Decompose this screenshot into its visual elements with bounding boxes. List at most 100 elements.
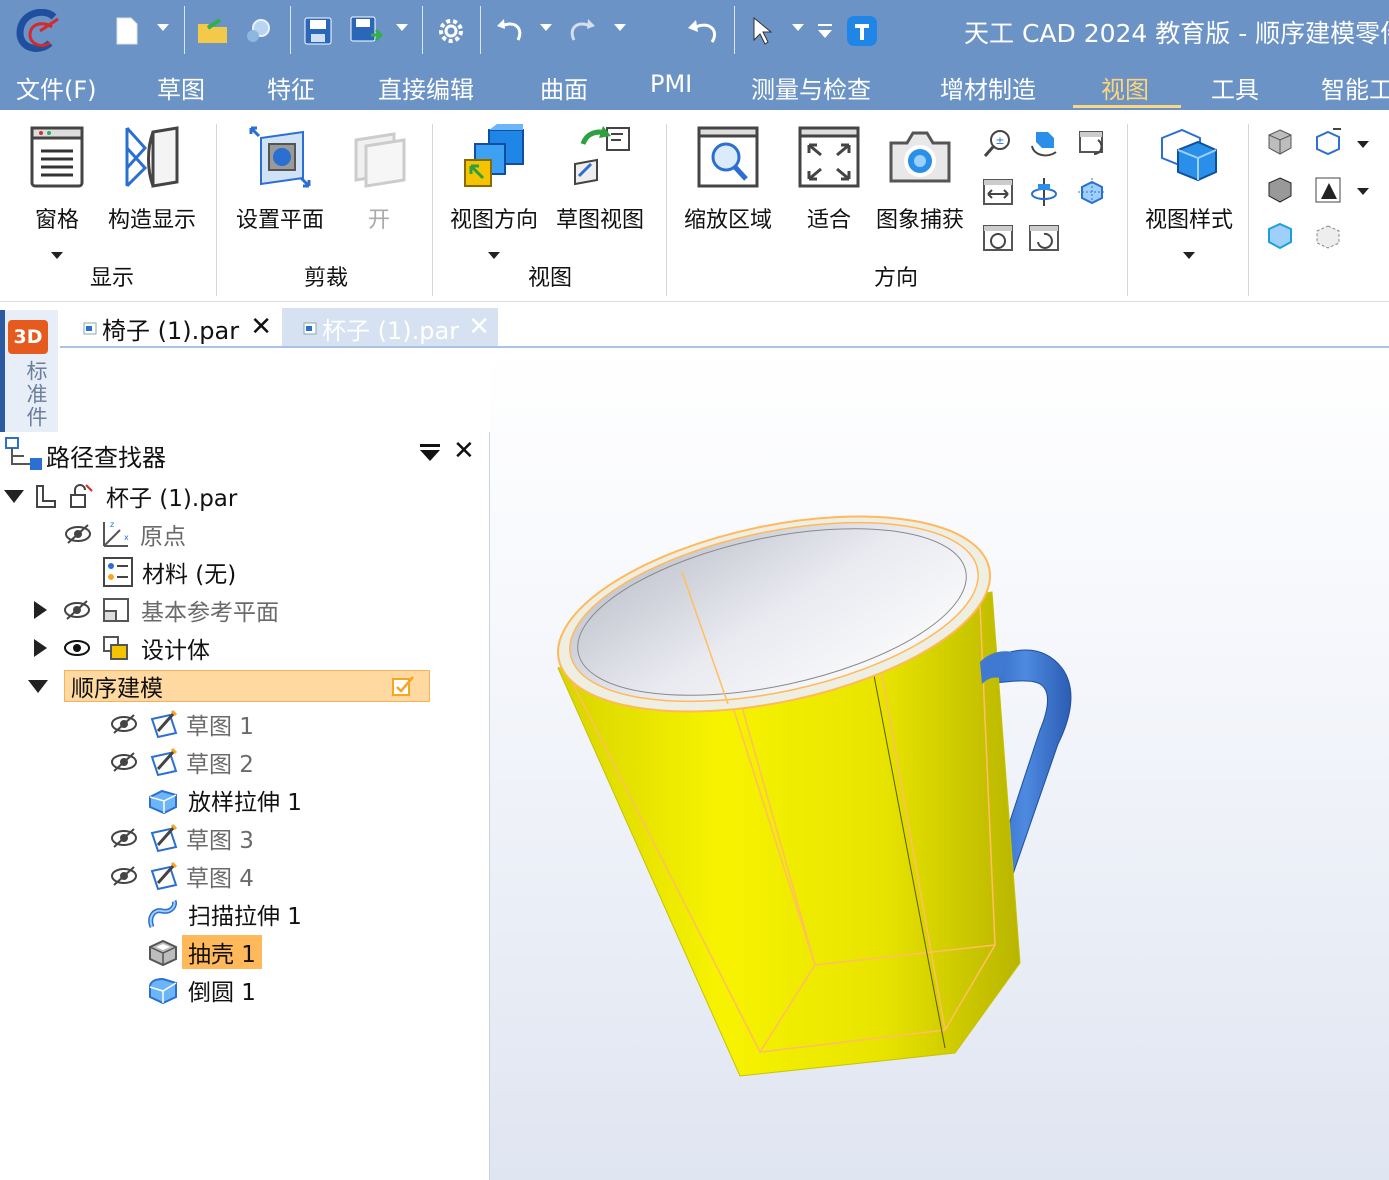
app-logo-icon[interactable]: [12, 9, 64, 52]
rotate-2d-icon[interactable]: [980, 220, 1016, 256]
feature-sweep-1[interactable]: 扫描拉伸 1: [146, 896, 302, 932]
hidden-eye-icon[interactable]: [110, 751, 138, 773]
gear-icon[interactable]: [432, 10, 470, 52]
tree-root[interactable]: 杯子 (1).par: [4, 478, 237, 514]
active-menu-underline: [1073, 105, 1181, 108]
menu-view[interactable]: 视图: [1101, 70, 1149, 105]
shadow-display-icon[interactable]: [1310, 172, 1346, 208]
save-icon[interactable]: [300, 10, 336, 52]
menu-feature[interactable]: 特征: [267, 70, 315, 105]
undo-icon[interactable]: [490, 10, 530, 52]
view-style-dropdown-icon[interactable]: [1183, 252, 1195, 259]
tree-item-base-planes[interactable]: 基本参考平面: [34, 592, 279, 628]
menu-surface[interactable]: 曲面: [540, 70, 588, 105]
close-tab-chair-icon[interactable]: ✕: [250, 312, 272, 342]
view-orientation-button[interactable]: 视图方向: [450, 122, 538, 234]
tree-item-origin[interactable]: zx 原点: [64, 516, 186, 552]
feature-round-1[interactable]: 倒圆 1: [146, 972, 256, 1008]
undo-dropdown-icon[interactable]: [540, 24, 552, 31]
view-orientation-dropdown-icon[interactable]: [488, 252, 500, 259]
panel-options-icon[interactable]: [420, 444, 440, 461]
feature-sketch-3[interactable]: 草图 3: [110, 820, 254, 856]
view-style-button[interactable]: 视图样式: [1145, 122, 1233, 234]
style-dropdown-1-icon[interactable]: [1357, 141, 1369, 148]
hidden-eye-icon[interactable]: [110, 827, 138, 849]
feature-sketch-2[interactable]: 草图 2: [110, 744, 254, 780]
previous-view-icon[interactable]: [1074, 126, 1110, 162]
menu-additive[interactable]: 增材制造: [940, 70, 1036, 105]
expand-icon[interactable]: [34, 639, 47, 657]
cup-model[interactable]: [490, 348, 1389, 1180]
rotate-view-icon[interactable]: [1026, 126, 1062, 162]
save-as-icon[interactable]: [346, 10, 386, 52]
close-panel-icon[interactable]: ✕: [453, 436, 475, 466]
construction-display-button[interactable]: 构造显示: [108, 122, 196, 234]
menu-file[interactable]: 文件(F): [16, 70, 97, 105]
new-file-dropdown-icon[interactable]: [157, 24, 169, 31]
highlight-cube-icon[interactable]: [1262, 218, 1298, 254]
close-tab-cup-icon[interactable]: ✕: [468, 312, 490, 342]
shaded-cube-icon[interactable]: [1262, 124, 1298, 160]
feature-shell-1[interactable]: 抽壳 1: [146, 934, 262, 970]
select-arrow-icon[interactable]: [744, 10, 780, 52]
shaded-edges-cube-icon[interactable]: [1262, 172, 1298, 208]
check-box-icon[interactable]: [391, 675, 415, 697]
hidden-eye-icon[interactable]: [64, 523, 92, 545]
view-cube-icon[interactable]: [1074, 174, 1110, 210]
menu-smart[interactable]: 智能工: [1321, 70, 1389, 105]
tree-item-material[interactable]: 材料 (无): [102, 554, 236, 590]
hidden-eye-icon[interactable]: [63, 599, 91, 621]
part-icon: [36, 485, 56, 508]
graphics-viewport[interactable]: [490, 348, 1389, 1180]
wireframe-cube-icon[interactable]: [1310, 218, 1346, 254]
fit-button[interactable]: 适合: [794, 122, 864, 234]
redo-dropdown-icon[interactable]: [614, 24, 626, 31]
tree-item-design-body[interactable]: 设计体: [34, 630, 210, 666]
menu-direct-edit[interactable]: 直接编辑: [378, 70, 474, 105]
feature-sketch-4[interactable]: 草图 4: [110, 858, 254, 894]
hidden-eye-icon[interactable]: [110, 713, 138, 735]
path-finder-panel: 路径查找器 ✕ 杯子 (1).par zx 原点 材料 (无) 基本参考平面 设…: [0, 432, 490, 1180]
tab-chair[interactable]: 椅子 (1).par ✕: [62, 308, 280, 348]
clip-open-button[interactable]: 开: [344, 122, 414, 234]
pan-icon[interactable]: [980, 174, 1016, 210]
new-file-icon[interactable]: [110, 10, 144, 52]
feature-sketch-1[interactable]: 草图 1: [110, 706, 254, 742]
collapse-icon[interactable]: [28, 679, 48, 693]
style-dropdown-2-icon[interactable]: [1357, 188, 1369, 195]
redo-icon[interactable]: [562, 10, 602, 52]
back-icon[interactable]: [682, 10, 724, 52]
tree-item-ordered[interactable]: [28, 668, 48, 704]
select-dropdown-icon[interactable]: [792, 24, 804, 31]
menu-pmi[interactable]: PMI: [650, 70, 692, 98]
hidden-eye-icon[interactable]: [110, 865, 138, 887]
collapse-icon[interactable]: [4, 489, 24, 503]
tab-cup[interactable]: 杯子 (1).par ✕: [282, 308, 498, 348]
menu-measure-inspect[interactable]: 测量与检查: [751, 70, 871, 105]
pane-button[interactable]: 窗格: [22, 122, 92, 234]
image-capture-button[interactable]: 图象捕获: [876, 122, 964, 234]
visible-eye-icon[interactable]: [63, 637, 91, 659]
menu-sketch[interactable]: 草图: [157, 70, 205, 105]
set-plane-button[interactable]: 设置平面: [236, 122, 324, 234]
side-tab-standard-parts[interactable]: 3D 标准件: [0, 310, 58, 432]
save-dropdown-icon[interactable]: [396, 24, 408, 31]
3d-badge: 3D: [8, 320, 48, 354]
refresh-view-icon[interactable]: [1026, 220, 1062, 256]
feature-loft-1[interactable]: 放样拉伸 1: [146, 782, 302, 818]
expand-icon[interactable]: [34, 601, 47, 619]
sketch-icon: [150, 747, 178, 777]
menu-tools[interactable]: 工具: [1211, 70, 1259, 105]
search-file-icon[interactable]: [240, 10, 276, 52]
zoom-in-out-icon[interactable]: ±: [980, 126, 1016, 162]
ordered-modeling-selected[interactable]: 顺序建模: [64, 670, 430, 702]
spin-about-icon[interactable]: [1026, 174, 1062, 210]
edit-cube-icon[interactable]: [1310, 124, 1346, 160]
tiangong-t-icon[interactable]: [844, 10, 880, 52]
sketch-view-button[interactable]: 草图视图: [556, 122, 644, 234]
pane-dropdown-icon[interactable]: [51, 252, 63, 259]
open-folder-icon[interactable]: [194, 10, 232, 52]
zoom-area-button[interactable]: 缩放区域: [684, 122, 772, 234]
set-plane-icon: [245, 122, 315, 192]
customize-toolbar-icon[interactable]: [812, 10, 838, 52]
